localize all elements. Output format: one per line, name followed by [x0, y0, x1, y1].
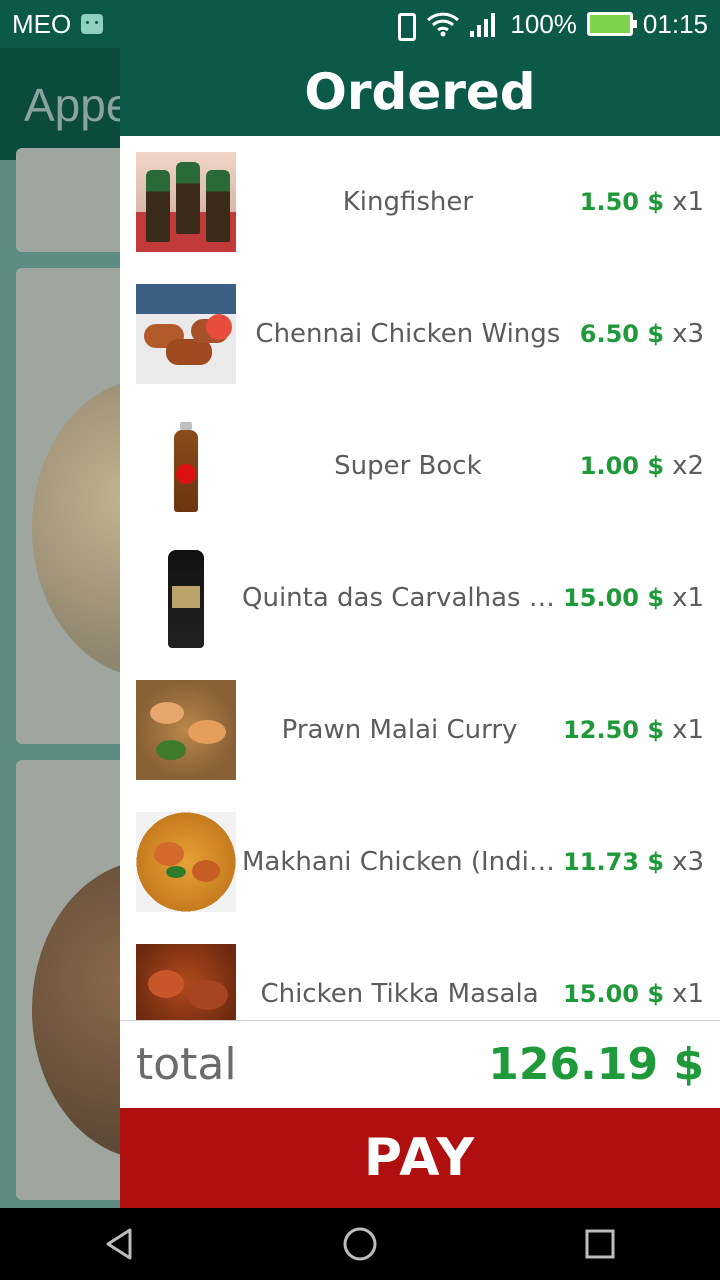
- list-item[interactable]: Kingfisher 1.50 $ x1: [120, 136, 720, 268]
- total-bar: total 126.19 $: [120, 1020, 720, 1108]
- item-name: Prawn Malai Curry: [281, 715, 518, 745]
- carrier-label: MEO: [12, 8, 72, 39]
- item-name: Chennai Chicken Wings: [255, 319, 561, 349]
- item-thumbnail: [136, 944, 236, 1020]
- item-thumbnail: [136, 416, 236, 516]
- item-price: 6.50 $: [579, 320, 665, 348]
- home-button[interactable]: [320, 1214, 400, 1274]
- item-name: Super Bock: [334, 451, 482, 481]
- ordered-dialog: Ordered Kingfisher 1.50 $ x1 Chennai Chi…: [120, 48, 720, 1208]
- item-thumbnail: [136, 152, 236, 252]
- list-item[interactable]: Makhani Chicken (Indian Butte… 11.73 $ x…: [120, 796, 720, 928]
- recents-button[interactable]: [560, 1214, 640, 1274]
- battery-percent: 100%: [510, 8, 577, 39]
- order-list[interactable]: Kingfisher 1.50 $ x1 Chennai Chicken Win…: [120, 136, 720, 1020]
- recents-icon: [585, 1229, 615, 1259]
- list-item[interactable]: Chennai Chicken Wings 6.50 $ x3: [120, 268, 720, 400]
- item-price: 1.00 $: [579, 452, 665, 480]
- home-icon: [343, 1227, 377, 1261]
- item-price: 15.00 $: [563, 980, 665, 1008]
- item-quantity: x3: [672, 847, 704, 877]
- item-quantity: x1: [672, 187, 704, 217]
- list-item[interactable]: Quinta das Carvalhas Late-Bo… 15.00 $ x1: [120, 532, 720, 664]
- item-thumbnail: [136, 284, 236, 384]
- clock: 01:15: [642, 8, 708, 39]
- item-price: 12.50 $: [563, 716, 665, 744]
- item-quantity: x3: [672, 319, 704, 349]
- item-quantity: x1: [672, 715, 704, 745]
- list-item[interactable]: Prawn Malai Curry 12.50 $ x1: [120, 664, 720, 796]
- android-icon: [81, 14, 104, 34]
- item-price: 15.00 $: [563, 584, 665, 612]
- status-bar: MEO 100% 01:15: [0, 0, 720, 48]
- item-thumbnail: [136, 548, 236, 648]
- item-quantity: x1: [672, 979, 704, 1009]
- back-button[interactable]: [80, 1214, 160, 1274]
- list-item[interactable]: Chicken Tikka Masala 15.00 $ x1: [120, 928, 720, 1020]
- list-item[interactable]: Super Bock 1.00 $ x2: [120, 400, 720, 532]
- back-icon: [106, 1228, 132, 1260]
- total-label: total: [136, 1039, 237, 1090]
- wifi-icon: [427, 12, 460, 37]
- item-name: Chicken Tikka Masala: [260, 979, 539, 1009]
- navigation-bar: [0, 1208, 720, 1280]
- item-name: Quinta das Carvalhas Late-Bo…: [242, 583, 563, 613]
- vibrate-icon: [392, 11, 417, 41]
- dialog-title: Ordered: [120, 48, 720, 136]
- total-value: 126.19 $: [488, 1039, 704, 1090]
- item-price: 11.73 $: [563, 848, 665, 876]
- item-price: 1.50 $: [579, 188, 665, 216]
- pay-button[interactable]: PAY: [120, 1108, 720, 1208]
- item-name: Kingfisher: [342, 187, 474, 217]
- status-right: 100% 01:15: [392, 8, 708, 41]
- item-thumbnail: [136, 812, 236, 912]
- item-quantity: x2: [672, 451, 704, 481]
- item-thumbnail: [136, 680, 236, 780]
- item-name: Makhani Chicken (Indian Butte…: [242, 847, 563, 877]
- battery-icon: [586, 12, 637, 36]
- signal-icon: [470, 11, 500, 37]
- item-quantity: x1: [672, 583, 704, 613]
- status-left: MEO: [12, 8, 104, 40]
